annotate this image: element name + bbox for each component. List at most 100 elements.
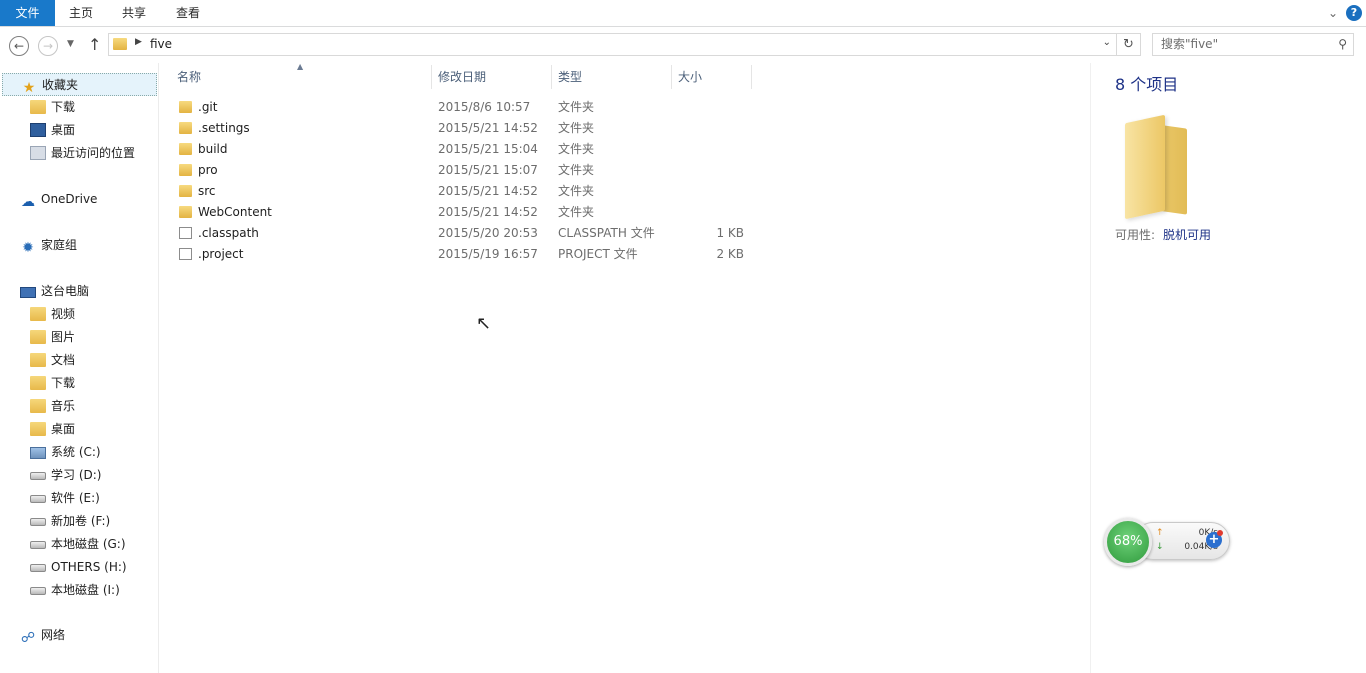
chevron-right-icon[interactable]: ▶ <box>135 37 142 47</box>
address-dropdown-icon[interactable]: ⌄ <box>1103 37 1111 48</box>
file-date: 2015/5/21 14:52 <box>438 205 538 219</box>
sidebar-item-drive-i[interactable]: 本地磁盘 (I:) <box>30 579 120 602</box>
column-divider[interactable] <box>551 65 552 89</box>
sidebar-item-label: 视频 <box>51 307 76 321</box>
sidebar-item-homegroup[interactable]: ✹ 家庭组 <box>20 234 77 257</box>
sidebar-item-label: 文档 <box>51 353 76 367</box>
sidebar-item-label: 软件 (E:) <box>51 491 100 505</box>
up-arrow-icon[interactable]: ↑ <box>88 35 101 54</box>
chevron-down-icon[interactable]: ⌄ <box>1326 6 1340 20</box>
sidebar-item-onedrive[interactable]: ☁ OneDrive <box>20 188 97 211</box>
sidebar-item-videos[interactable]: 视频 <box>30 303 75 326</box>
file-name: build <box>198 142 228 156</box>
refresh-button[interactable]: ↻ <box>1116 34 1140 55</box>
sidebar-item-label: 本地磁盘 (I:) <box>51 583 120 597</box>
table-row[interactable]: pro 2015/5/21 15:07 文件夹 <box>174 160 764 181</box>
column-divider[interactable] <box>751 65 752 89</box>
table-row[interactable]: .settings 2015/5/21 14:52 文件夹 <box>174 118 764 139</box>
table-row[interactable]: .project 2015/5/19 16:57 PROJECT 文件 2 KB <box>174 244 764 265</box>
folder-icon <box>179 164 192 176</box>
file-size <box>678 139 744 160</box>
availability-value: 脱机可用 <box>1163 228 1212 242</box>
sidebar-item-music[interactable]: 音乐 <box>30 395 75 418</box>
address-bar[interactable]: ▶ five ⌄ ↻ <box>108 33 1141 56</box>
documents-folder-icon <box>30 353 46 367</box>
tab-share[interactable]: 共享 <box>108 0 160 26</box>
sidebar-item-documents[interactable]: 文档 <box>30 349 75 372</box>
drive-icon <box>30 541 46 549</box>
file-type: 文件夹 <box>558 184 595 198</box>
sidebar-item-label: 学习 (D:) <box>51 468 102 482</box>
sidebar-item-drive-g[interactable]: 本地磁盘 (G:) <box>30 533 126 556</box>
forward-button[interactable]: → <box>38 36 58 56</box>
net-speed-widget[interactable]: 68% ↑0K/s ↓0.04K/s + <box>1104 518 1230 566</box>
file-date: 2015/5/20 20:53 <box>438 226 538 240</box>
column-divider[interactable] <box>431 65 432 89</box>
tab-home[interactable]: 主页 <box>55 0 107 26</box>
system-drive-icon <box>30 447 46 459</box>
file-date: 2015/5/21 15:07 <box>438 163 538 177</box>
column-header-name[interactable]: 名称 <box>177 65 201 89</box>
column-divider[interactable] <box>671 65 672 89</box>
homegroup-icon: ✹ <box>22 240 34 256</box>
column-header-size[interactable]: 大小 <box>678 65 702 89</box>
recent-locations-dropdown-icon[interactable]: ▼ <box>67 39 74 49</box>
folder-front-panel <box>1125 114 1165 220</box>
table-row[interactable]: .git 2015/8/6 10:57 文件夹 <box>174 97 764 118</box>
sidebar-item-label: 桌面 <box>51 123 76 137</box>
search-input[interactable] <box>1161 37 1321 51</box>
sidebar-item-favorites[interactable]: ★ 收藏夹 <box>2 73 157 96</box>
sidebar-item-label: 系统 (C:) <box>51 445 101 459</box>
sidebar-item-pc-desktop[interactable]: 桌面 <box>30 418 75 441</box>
file-name: WebContent <box>198 205 272 219</box>
availability-label: 可用性: <box>1115 228 1156 242</box>
sidebar-item-drive-e[interactable]: 软件 (E:) <box>30 487 100 510</box>
file-name: .project <box>198 247 244 261</box>
sidebar-item-drive-c[interactable]: 系统 (C:) <box>30 441 101 464</box>
file-date: 2015/5/21 14:52 <box>438 184 538 198</box>
network-icon: ☍ <box>20 630 36 646</box>
table-row[interactable]: build 2015/5/21 15:04 文件夹 <box>174 139 764 160</box>
tab-view[interactable]: 查看 <box>162 0 214 26</box>
sidebar-item-desktop[interactable]: 桌面 <box>30 119 75 142</box>
star-icon: ★ <box>22 80 36 96</box>
tab-file[interactable]: 文件 <box>0 0 55 26</box>
sidebar-item-drive-h[interactable]: OTHERS (H:) <box>30 556 127 579</box>
search-box[interactable]: ⚲ <box>1152 33 1354 56</box>
sidebar-item-pc-downloads[interactable]: 下载 <box>30 372 75 395</box>
file-name: .git <box>198 100 218 114</box>
sidebar-item-network[interactable]: ☍ 网络 <box>20 624 65 647</box>
sidebar-item-recent-places[interactable]: 最近访问的位置 <box>30 142 135 165</box>
column-header-date[interactable]: 修改日期 <box>438 65 486 89</box>
back-button[interactable]: ← <box>9 36 29 56</box>
mouse-cursor-icon: ↖ <box>476 313 492 334</box>
file-date: 2015/5/21 14:52 <box>438 121 538 135</box>
table-row[interactable]: WebContent 2015/5/21 14:52 文件夹 <box>174 202 764 223</box>
sidebar-item-label: OTHERS (H:) <box>51 560 127 574</box>
sidebar-item-drive-f[interactable]: 新加卷 (F:) <box>30 510 110 533</box>
sidebar-item-label: OneDrive <box>41 192 98 206</box>
desktop-folder-icon <box>30 422 46 436</box>
sidebar-item-label: 本地磁盘 (G:) <box>51 537 126 551</box>
sidebar-item-label: 收藏夹 <box>42 78 79 92</box>
column-header-type[interactable]: 类型 <box>558 65 582 89</box>
computer-icon <box>20 287 36 298</box>
sidebar-item-this-pc[interactable]: 这台电脑 <box>20 280 89 303</box>
memory-usage-gauge[interactable]: 68% <box>1104 518 1152 566</box>
drive-icon <box>30 495 46 503</box>
sidebar-item-pictures[interactable]: 图片 <box>30 326 75 349</box>
sidebar-item-downloads[interactable]: 下载 <box>30 96 75 119</box>
sidebar-item-drive-d[interactable]: 学习 (D:) <box>30 464 101 487</box>
table-row[interactable]: .classpath 2015/5/20 20:53 CLASSPATH 文件 1 K… <box>174 223 764 244</box>
address-path-segment[interactable]: five <box>150 37 172 51</box>
availability-info: 可用性: 脱机可用 <box>1115 226 1211 243</box>
file-type: CLASSPATH 文件 <box>558 226 655 240</box>
search-icon[interactable]: ⚲ <box>1338 37 1347 51</box>
help-icon[interactable]: ? <box>1346 5 1362 21</box>
drive-icon <box>30 564 46 572</box>
folder-icon <box>179 185 192 197</box>
downloads-folder-icon <box>30 100 46 114</box>
sidebar-item-label: 家庭组 <box>41 238 78 252</box>
table-row[interactable]: src 2015/5/21 14:52 文件夹 <box>174 181 764 202</box>
drive-icon <box>30 587 46 595</box>
